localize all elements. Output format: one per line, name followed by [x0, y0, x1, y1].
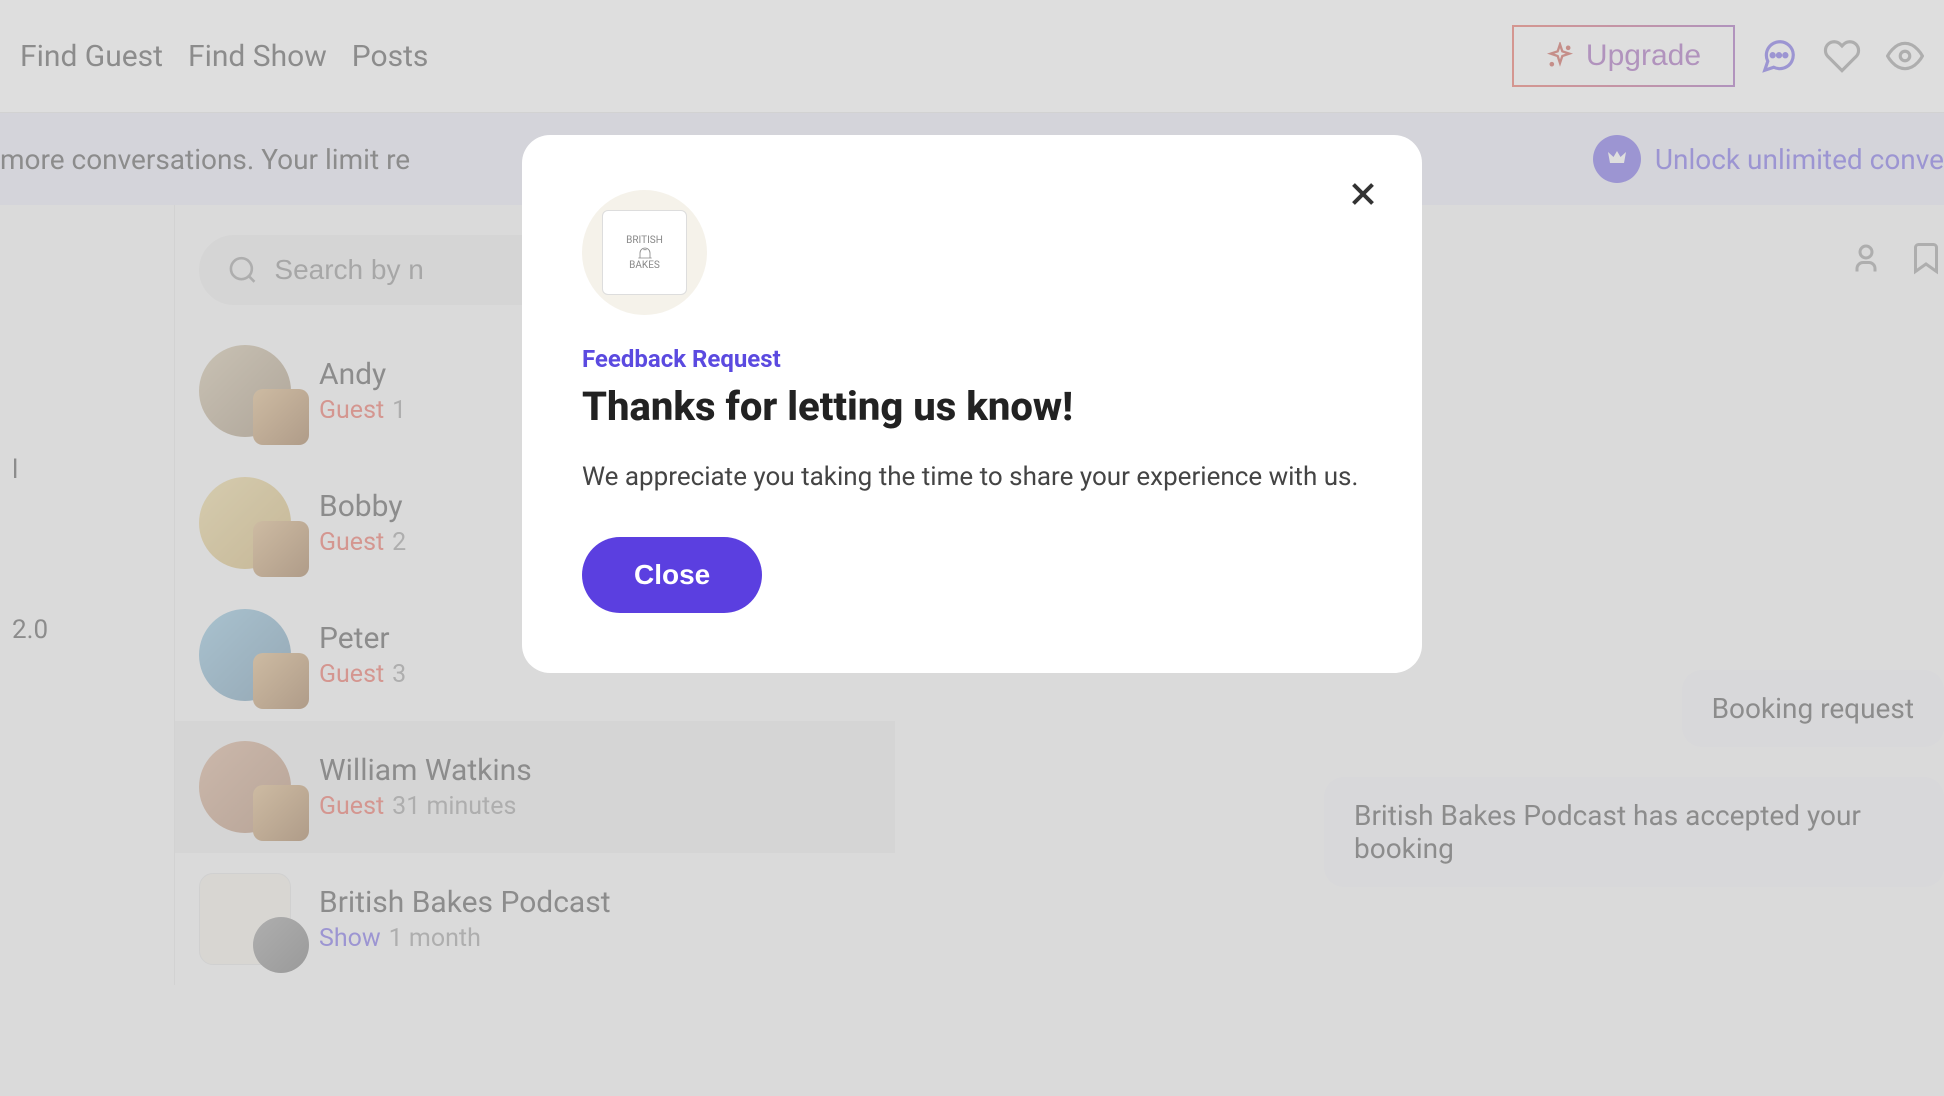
close-button[interactable]: Close [582, 537, 762, 613]
modal-title: Thanks for letting us know! [582, 383, 1362, 430]
close-icon[interactable] [1344, 175, 1382, 213]
modal-overlay: BRITISH BAKES Feedback Request Thanks fo… [0, 0, 1944, 1096]
feedback-modal: BRITISH BAKES Feedback Request Thanks fo… [522, 135, 1422, 673]
modal-logo: BRITISH BAKES [582, 190, 707, 315]
modal-eyebrow: Feedback Request [582, 345, 1362, 373]
modal-body: We appreciate you taking the time to sha… [582, 458, 1362, 497]
